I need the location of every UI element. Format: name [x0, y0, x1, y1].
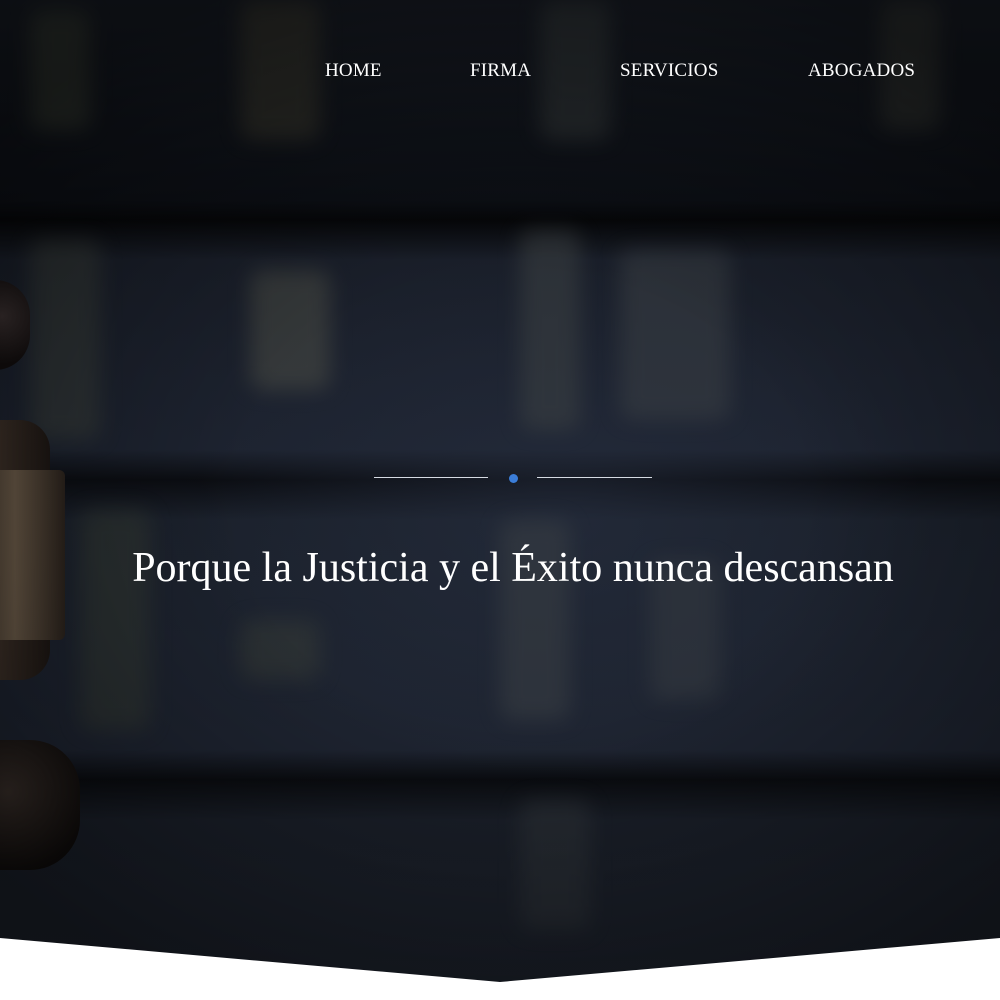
background-overlay [0, 0, 1000, 1000]
nav-item-abogados[interactable]: ABOGADOS [808, 60, 915, 82]
divider-line-left [374, 477, 488, 478]
background-book-spine [240, 620, 320, 680]
gavel-image [0, 740, 80, 870]
nav-item-servicios[interactable]: SERVICIOS [620, 60, 718, 82]
section-bottom-divider [0, 938, 1000, 1000]
divider-line-right [537, 477, 652, 478]
gavel-image [0, 280, 30, 370]
background-book-spine [620, 250, 730, 420]
nav-item-home[interactable]: HOME [325, 60, 382, 82]
background-book-spine [520, 230, 580, 430]
hero-section: HOME FIRMA SERVICIOS ABOGADOS Porque la … [0, 0, 1000, 1000]
divider-dot-icon [509, 474, 518, 483]
hero-tagline: Porque la Justicia y el Éxito nunca desc… [132, 545, 894, 591]
background-book-spine [520, 800, 590, 930]
background-book-spine [30, 240, 100, 440]
nav-item-firma[interactable]: FIRMA [470, 60, 531, 82]
main-navigation: HOME FIRMA SERVICIOS ABOGADOS [0, 60, 1000, 86]
hero-divider [374, 470, 652, 486]
background-book-spine [250, 270, 330, 390]
